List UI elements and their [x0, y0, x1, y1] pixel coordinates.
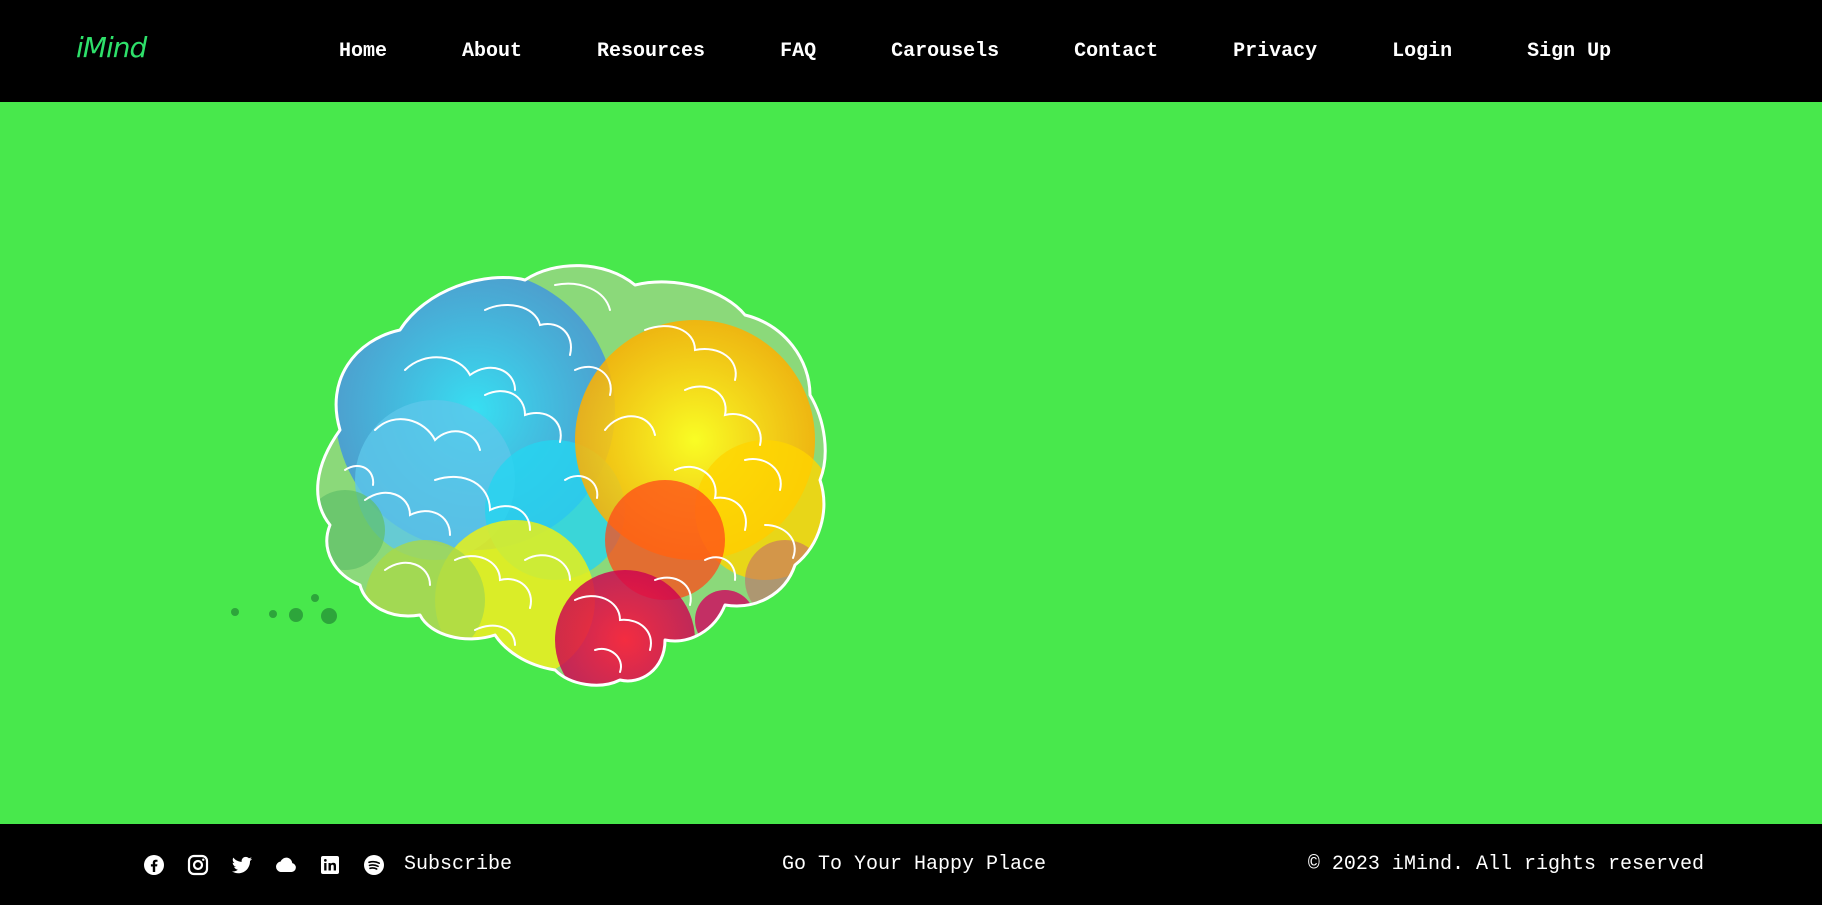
nav-signup-link[interactable]: Sign Up: [1527, 40, 1611, 63]
top-navbar: iMind Home About Resources FAQ Carousels…: [0, 0, 1822, 102]
linkedin-icon[interactable]: [318, 853, 342, 877]
nav-carousels-link[interactable]: Carousels: [891, 40, 999, 63]
nav-resources-link[interactable]: Resources: [597, 40, 705, 63]
nav-privacy-link[interactable]: Privacy: [1233, 40, 1317, 63]
social-links: Subscribe: [142, 824, 512, 905]
footer-copyright: © 2023 iMind. All rights reserved: [1307, 853, 1704, 876]
hero-section: [0, 102, 1822, 824]
facebook-icon[interactable]: [142, 853, 166, 877]
nav-faq-link[interactable]: FAQ: [780, 40, 816, 63]
cloud-icon[interactable]: [274, 853, 298, 877]
nav-login-link[interactable]: Login: [1392, 40, 1452, 63]
main-nav: Home About Resources FAQ Carousels Conta…: [300, 0, 1611, 102]
nav-home-link[interactable]: Home: [339, 40, 387, 63]
site-logo[interactable]: iMind: [76, 28, 147, 68]
spotify-icon[interactable]: [362, 853, 386, 877]
nav-contact-link[interactable]: Contact: [1074, 40, 1158, 63]
nav-about-link[interactable]: About: [462, 40, 522, 63]
colorful-brain-illustration: [231, 264, 827, 687]
footer-tagline: Go To Your Happy Place: [782, 853, 1047, 876]
site-footer: Subscribe Go To Your Happy Place © 2023 …: [0, 824, 1822, 905]
instagram-icon[interactable]: [186, 853, 210, 877]
subscribe-link[interactable]: Subscribe: [404, 853, 512, 876]
twitter-icon[interactable]: [230, 853, 254, 877]
brain-color-blobs: [317, 265, 826, 686]
